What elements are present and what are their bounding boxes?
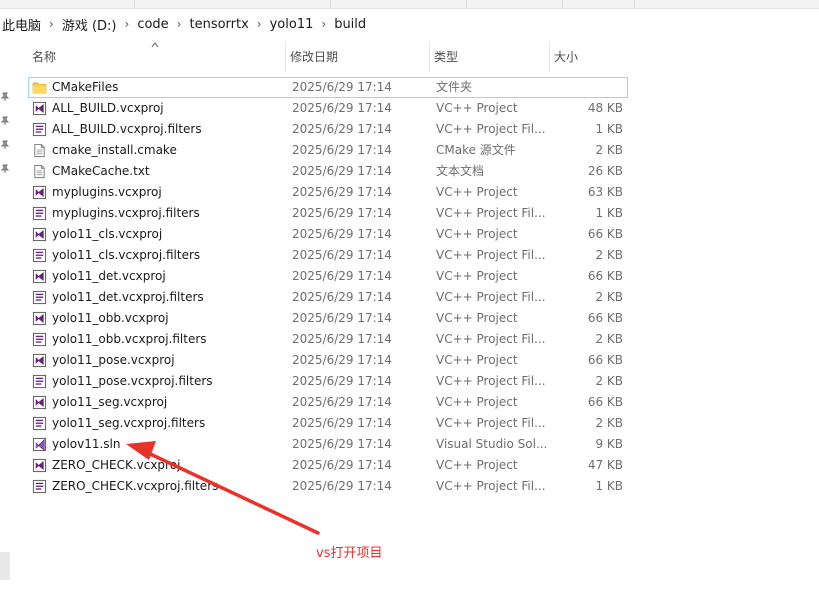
annotation-label: vs打开项目	[316, 546, 383, 561]
annotation-arrow	[126, 441, 320, 535]
